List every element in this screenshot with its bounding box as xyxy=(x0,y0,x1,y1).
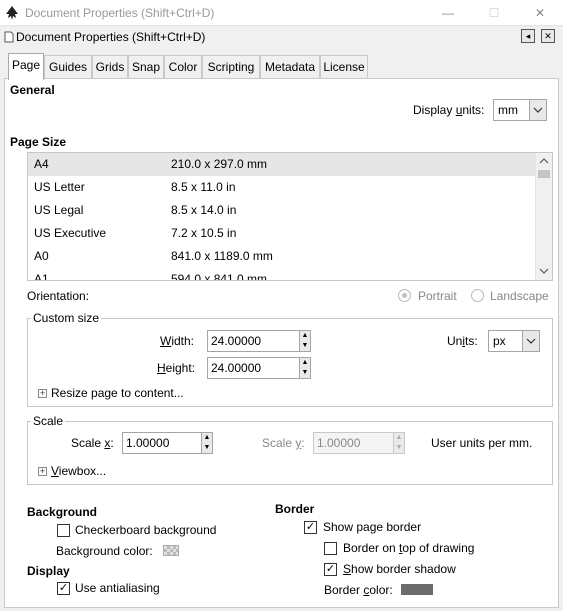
resize-to-content-expander[interactable]: Resize page to content... xyxy=(51,386,184,400)
tab-page[interactable]: Page xyxy=(8,53,44,80)
scroll-thumb[interactable] xyxy=(538,170,550,178)
size-dims: 8.5 x 11.0 in xyxy=(171,180,236,194)
size-dims: 7.2 x 10.5 in xyxy=(171,226,237,240)
tab-snap[interactable]: Snap xyxy=(128,55,164,79)
display-units-value: mm xyxy=(498,103,518,117)
scale-y-label: Scale y: xyxy=(262,436,305,450)
tab-scripting[interactable]: Scripting xyxy=(202,55,260,79)
size-dims: 210.0 x 297.0 mm xyxy=(171,157,268,171)
border-on-top-checkbox[interactable] xyxy=(324,542,337,555)
background-heading: Background xyxy=(27,505,98,519)
dock-title: Document Properties (Shift+Ctrl+D) xyxy=(16,30,206,44)
width-value: 24.00000 xyxy=(211,334,262,348)
checkerboard-checkbox[interactable] xyxy=(57,524,70,537)
size-name: US Legal xyxy=(34,203,84,217)
height-spinbox[interactable]: 24.00000 ▲ ▼ xyxy=(207,357,311,379)
list-item[interactable]: A4 210.0 x 297.0 mm xyxy=(28,153,536,176)
height-spin-buttons[interactable]: ▲ ▼ xyxy=(299,358,310,378)
border-shadow-label: Show border shadow xyxy=(343,562,456,576)
maximize-button[interactable]: ☐ xyxy=(471,0,517,26)
show-border-label: Show page border xyxy=(323,520,422,534)
size-name: A4 xyxy=(34,157,49,171)
display-units-select[interactable]: mm xyxy=(493,99,547,121)
border-color-swatch[interactable] xyxy=(401,584,433,595)
close-button[interactable]: ✕ xyxy=(517,0,563,26)
chevron-down-icon xyxy=(529,100,546,120)
tab-grids[interactable]: Grids xyxy=(92,55,128,79)
custom-size-legend: Custom size xyxy=(31,311,102,325)
scroll-down-icon[interactable] xyxy=(539,267,549,275)
scale-x-spinbox[interactable]: 1.00000 ▲ ▼ xyxy=(122,432,213,454)
scale-x-value: 1.00000 xyxy=(126,436,170,450)
chevron-down-icon xyxy=(522,331,539,351)
window-title: Document Properties (Shift+Ctrl+D) xyxy=(25,6,215,20)
expand-icon[interactable]: + xyxy=(38,389,47,398)
border-on-top-label: Border on top of drawing xyxy=(343,541,475,555)
size-name: A1 xyxy=(34,272,49,281)
background-color-label: Background color: xyxy=(56,544,153,558)
size-dims: 841.0 x 1189.0 mm xyxy=(171,249,273,263)
list-item[interactable]: US Executive 7.2 x 10.5 in xyxy=(28,222,536,245)
units-label: Units: xyxy=(447,334,478,348)
scale-y-spin-buttons: ▲ ▼ xyxy=(393,433,404,453)
dock-close-button[interactable]: ✕ xyxy=(541,29,555,43)
units-select[interactable]: px xyxy=(488,330,540,352)
antialiasing-label: Use antialiasing xyxy=(75,581,160,595)
width-spin-buttons[interactable]: ▲ ▼ xyxy=(299,331,310,351)
tab-color[interactable]: Color xyxy=(164,55,202,79)
orientation-label: Orientation: xyxy=(27,289,90,303)
general-heading: General xyxy=(10,83,55,97)
portrait-label: Portrait xyxy=(418,289,457,303)
scale-legend: Scale xyxy=(31,414,66,428)
tab-guides[interactable]: Guides xyxy=(44,55,92,79)
page-size-heading: Page Size xyxy=(10,135,67,149)
tab-license[interactable]: License xyxy=(320,55,368,79)
scale-x-label: Scale x: xyxy=(71,436,114,450)
width-label: Width: xyxy=(160,334,195,348)
size-dims: 594.0 x 841.0 mm xyxy=(171,272,268,281)
viewbox-expander[interactable]: Viewbox... xyxy=(51,464,106,478)
landscape-label: Landscape xyxy=(490,289,549,303)
width-spinbox[interactable]: 24.00000 ▲ ▼ xyxy=(207,330,311,352)
document-icon xyxy=(4,31,14,43)
scale-y-spinbox: 1.00000 ▲ ▼ xyxy=(313,432,405,454)
size-name: A0 xyxy=(34,249,49,263)
dock-header: Document Properties (Shift+Ctrl+D) ◂ ✕ xyxy=(4,28,559,46)
list-item[interactable]: US Legal 8.5 x 14.0 in xyxy=(28,199,536,222)
tab-metadata[interactable]: Metadata xyxy=(260,55,320,79)
background-color-swatch[interactable] xyxy=(163,545,179,556)
expand-icon[interactable]: + xyxy=(38,467,47,476)
page-size-list[interactable]: A4 210.0 x 297.0 mm US Letter 8.5 x 11.0 i… xyxy=(27,152,553,281)
vertical-scrollbar[interactable] xyxy=(535,153,552,280)
dock-restore-button[interactable]: ◂ xyxy=(521,29,535,43)
border-heading: Border xyxy=(275,502,315,516)
scale-y-value: 1.00000 xyxy=(317,436,361,450)
border-color-label: Border color: xyxy=(324,583,393,597)
display-heading: Display xyxy=(27,564,70,578)
list-item[interactable]: US Letter 8.5 x 11.0 in xyxy=(28,176,536,199)
minimize-button[interactable]: — xyxy=(425,0,471,26)
size-name: US Letter xyxy=(34,180,85,194)
height-value: 24.00000 xyxy=(211,361,262,375)
scale-x-spin-buttons[interactable]: ▲ ▼ xyxy=(201,433,212,453)
show-border-checkbox[interactable]: ✓ xyxy=(304,521,317,534)
scale-units-text: User units per mm. xyxy=(431,436,533,450)
list-item[interactable]: A0 841.0 x 1189.0 mm xyxy=(28,245,536,268)
size-name: US Executive xyxy=(34,226,107,240)
window-titlebar: Document Properties (Shift+Ctrl+D) — ☐ ✕ xyxy=(0,0,563,26)
size-dims: 8.5 x 14.0 in xyxy=(171,203,237,217)
list-item[interactable]: A1 594.0 x 841.0 mm xyxy=(28,268,536,281)
portrait-radio[interactable] xyxy=(398,289,411,302)
display-units-label: Display units: xyxy=(413,103,485,117)
inkscape-logo-icon xyxy=(6,6,18,20)
checkerboard-label: Checkerboard background xyxy=(75,523,217,537)
height-label: Height: xyxy=(157,361,196,375)
units-value: px xyxy=(493,334,506,348)
landscape-radio[interactable] xyxy=(471,289,484,302)
border-shadow-checkbox[interactable]: ✓ xyxy=(324,563,337,576)
scroll-up-icon[interactable] xyxy=(539,157,549,165)
antialiasing-checkbox[interactable]: ✓ xyxy=(57,582,70,595)
